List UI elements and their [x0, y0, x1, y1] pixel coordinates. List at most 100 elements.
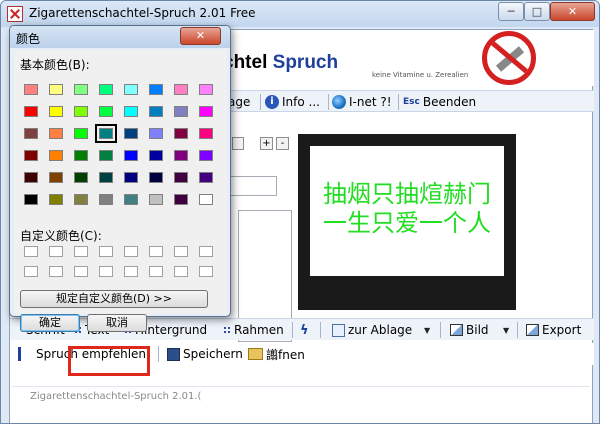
custom-color-swatch[interactable]: [199, 266, 213, 277]
color-swatch[interactable]: [99, 106, 113, 117]
color-swatch[interactable]: [99, 172, 113, 183]
zur-ablage-dropdown[interactable]: ▼: [424, 322, 430, 338]
color-swatch[interactable]: [74, 150, 88, 161]
toolbar-divider: [292, 322, 293, 338]
dialog-close-button[interactable]: ✕: [180, 27, 221, 45]
color-swatch[interactable]: [174, 172, 188, 183]
bild-dropdown[interactable]: ▼: [503, 322, 509, 338]
custom-color-swatch[interactable]: [149, 246, 163, 257]
menu-item-beenden-label: Beenden: [422, 95, 477, 109]
color-swatch[interactable]: [199, 172, 213, 183]
color-swatch[interactable]: [24, 172, 38, 183]
color-swatch[interactable]: [49, 194, 63, 205]
color-swatch[interactable]: [124, 194, 138, 205]
esc-icon: Esc: [403, 97, 420, 107]
color-swatch[interactable]: [149, 84, 163, 95]
minus-button[interactable]: -: [276, 137, 289, 150]
lightning-icon: ϟ: [300, 322, 309, 338]
maximize-button[interactable]: □: [524, 2, 550, 21]
define-custom-colors-button[interactable]: 规定自定义颜色(D) >>: [20, 290, 208, 308]
color-swatch[interactable]: [24, 84, 38, 95]
menu-item-info[interactable]: i Info ...: [265, 94, 320, 110]
zur-ablage-button[interactable]: zur Ablage: [332, 322, 412, 338]
highlight-annotation: [68, 346, 150, 376]
custom-color-swatch[interactable]: [174, 246, 188, 257]
custom-color-swatch[interactable]: [149, 266, 163, 277]
color-swatch[interactable]: [149, 150, 163, 161]
color-swatch[interactable]: [24, 128, 38, 139]
color-swatch[interactable]: [199, 128, 213, 139]
color-swatch[interactable]: [124, 128, 138, 139]
color-swatch[interactable]: [24, 194, 38, 205]
color-swatch[interactable]: [174, 194, 188, 205]
custom-color-swatch[interactable]: [99, 246, 113, 257]
color-swatch[interactable]: [124, 84, 138, 95]
color-swatch[interactable]: [199, 84, 213, 95]
cancel-button[interactable]: 取消: [87, 314, 147, 332]
custom-color-swatch[interactable]: [124, 266, 138, 277]
color-swatch[interactable]: [124, 172, 138, 183]
color-swatch[interactable]: [199, 194, 213, 205]
color-swatch[interactable]: [74, 84, 88, 95]
color-swatch[interactable]: [74, 106, 88, 117]
color-swatch[interactable]: [124, 106, 138, 117]
menu-item-beenden[interactable]: Esc Beenden: [403, 94, 476, 110]
color-swatch[interactable]: [174, 106, 188, 117]
oeffnen-button[interactable]: 譾fnen: [248, 346, 305, 362]
ok-button[interactable]: 确定: [20, 314, 80, 332]
color-swatch[interactable]: [174, 150, 188, 161]
color-swatch[interactable]: [199, 150, 213, 161]
speichern-button[interactable]: Speichern: [167, 346, 243, 362]
color-swatch[interactable]: [99, 150, 113, 161]
dialog-titlebar[interactable]: 颜色 ✕: [10, 26, 230, 48]
custom-color-swatch[interactable]: [74, 246, 88, 257]
color-swatch[interactable]: [99, 84, 113, 95]
color-swatch[interactable]: [49, 172, 63, 183]
custom-color-swatch[interactable]: [174, 266, 188, 277]
oeffnen-label: 譾fnen: [266, 347, 305, 362]
color-swatch[interactable]: [74, 172, 88, 183]
color-swatch[interactable]: [49, 128, 63, 139]
banner-title-blue: Spruch: [272, 52, 339, 73]
color-swatch[interactable]: [149, 194, 163, 205]
color-swatch[interactable]: [74, 128, 88, 139]
close-button[interactable]: ✕: [550, 2, 595, 21]
color-swatch[interactable]: [74, 194, 88, 205]
menu-item-inet[interactable]: I-net ?!: [332, 94, 392, 110]
color-swatch[interactable]: [49, 106, 63, 117]
toolbar-divider: [320, 322, 321, 338]
color-swatch[interactable]: [174, 128, 188, 139]
color-swatch[interactable]: [124, 150, 138, 161]
custom-color-swatch[interactable]: [24, 246, 38, 257]
color-swatch[interactable]: [49, 84, 63, 95]
export-button[interactable]: Export: [526, 322, 581, 338]
custom-color-swatch[interactable]: [99, 266, 113, 277]
color-swatch[interactable]: [95, 124, 117, 143]
color-swatch[interactable]: [149, 106, 163, 117]
color-swatch[interactable]: [199, 106, 213, 117]
effect-button[interactable]: ϟ: [300, 322, 309, 338]
color-swatch[interactable]: [149, 172, 163, 183]
color-swatch[interactable]: [174, 84, 188, 95]
plus-button[interactable]: +: [260, 137, 273, 150]
custom-color-swatch[interactable]: [199, 246, 213, 257]
custom-color-swatch[interactable]: [74, 266, 88, 277]
custom-color-swatch[interactable]: [124, 246, 138, 257]
color-swatch[interactable]: [99, 194, 113, 205]
color-swatch[interactable]: [49, 150, 63, 161]
color-swatch[interactable]: [24, 150, 38, 161]
minimize-button[interactable]: ─: [498, 2, 524, 21]
text-input[interactable]: [230, 176, 277, 196]
color-swatch[interactable]: [24, 106, 38, 117]
custom-color-swatch[interactable]: [49, 246, 63, 257]
main-titlebar[interactable]: Zigarettenschachtel-Spruch 2.01 Free ─ □…: [1, 1, 599, 27]
menu-item-inet-label: I-net ?!: [349, 95, 392, 109]
panel-button[interactable]: [232, 137, 244, 150]
menu-item-ablage[interactable]: age: [228, 94, 250, 110]
custom-color-swatch[interactable]: [49, 266, 63, 277]
bild-button[interactable]: Bild: [450, 322, 489, 338]
rahmen-button[interactable]: Rahmen: [223, 322, 284, 338]
app-icon: [7, 6, 23, 22]
custom-color-swatch[interactable]: [24, 266, 38, 277]
color-swatch[interactable]: [149, 128, 163, 139]
